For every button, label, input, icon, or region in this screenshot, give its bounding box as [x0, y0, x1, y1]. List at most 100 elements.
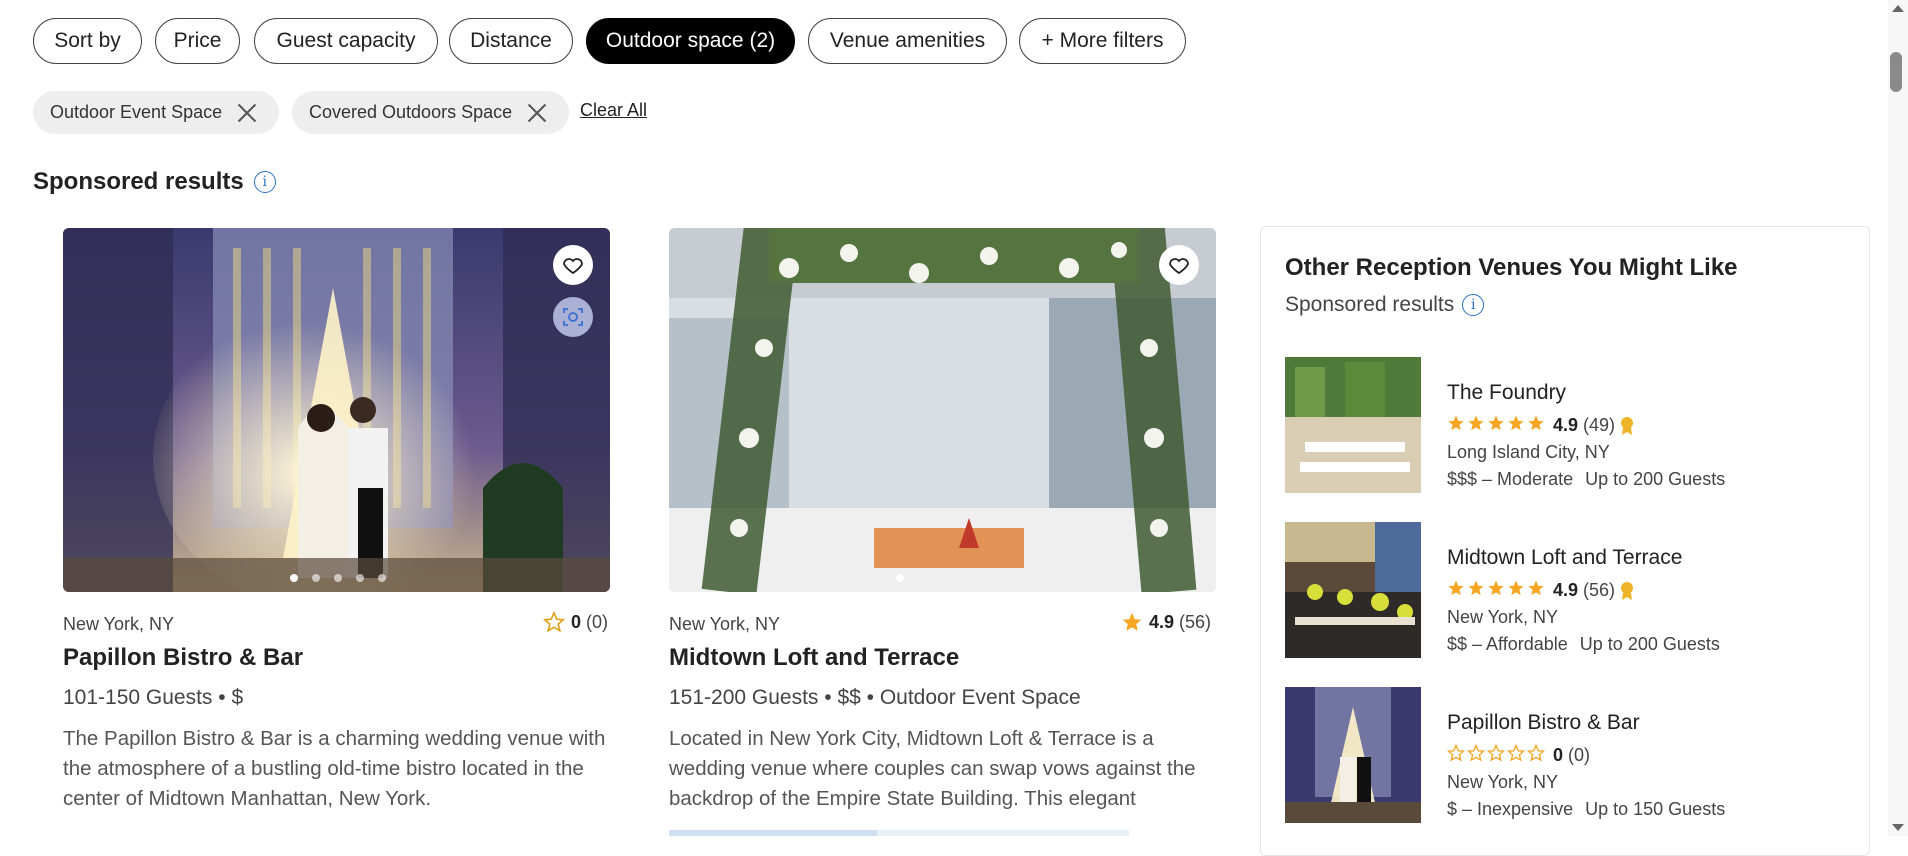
sponsored-heading-row: Sponsored results i — [33, 168, 276, 196]
carousel-dot[interactable] — [896, 574, 904, 582]
sidebar-venue-name[interactable]: The Foundry — [1447, 381, 1566, 405]
star-icon — [1508, 415, 1524, 431]
carousel-dot[interactable] — [312, 574, 320, 582]
star-icon — [1488, 415, 1504, 431]
scroll-up-icon[interactable] — [1888, 2, 1908, 16]
outdoor-space-filter-button[interactable]: Outdoor space (2) — [586, 18, 795, 64]
venue-name[interactable]: Midtown Loft and Terrace — [669, 644, 959, 672]
venue-thumbnail-image — [1285, 687, 1421, 823]
price-filter-button[interactable]: Price — [155, 18, 240, 64]
chip-covered-outdoors-space: Covered Outdoors Space — [292, 91, 569, 134]
star-icon — [1468, 415, 1484, 431]
info-icon[interactable]: i — [253, 171, 276, 193]
venue-photo-image — [63, 228, 610, 592]
sidebar-venue-rating: 4.9 (56) — [1447, 579, 1635, 602]
close-icon[interactable] — [526, 102, 548, 124]
visual-search-icon[interactable] — [553, 297, 593, 337]
guest-capacity: Up to 200 Guests — [1579, 634, 1720, 654]
award-badge-icon — [1621, 581, 1634, 600]
star-icon — [1448, 415, 1464, 431]
sidebar-venue-price: $ – Inexpensive Up to 150 Guests — [1447, 799, 1725, 820]
scrollbar[interactable] — [1888, 0, 1908, 836]
venue-photo[interactable] — [669, 228, 1216, 592]
venue-description: The Papillon Bistro & Bar is a charming … — [63, 724, 623, 836]
review-count: (56) — [1179, 611, 1212, 632]
sidebar-venue-name[interactable]: Papillon Bistro & Bar — [1447, 711, 1640, 735]
venue-photo-image — [669, 228, 1216, 592]
venue-photo[interactable] — [63, 228, 610, 592]
award-badge-icon — [1621, 416, 1634, 435]
carousel-dot[interactable] — [356, 574, 364, 582]
rating-value: 4.9 — [1149, 611, 1175, 632]
venue-location: New York, NY — [63, 614, 175, 634]
venue-amenities-filter-button[interactable]: Venue amenities — [808, 18, 1007, 64]
heart-icon[interactable] — [553, 245, 593, 285]
guest-capacity: Up to 150 Guests — [1585, 799, 1726, 819]
sidebar-venue-rating: 4.9 (49) — [1447, 414, 1635, 437]
review-count: (0) — [586, 611, 609, 632]
venue-thumbnail[interactable] — [1285, 687, 1421, 823]
venue-meta: 151-200 Guests • $$ • Outdoor Event Spac… — [669, 686, 1081, 709]
venue-thumbnail-image — [1285, 522, 1421, 658]
clear-all-link[interactable]: Clear All — [580, 100, 647, 121]
chip-label: Covered Outdoors Space — [309, 102, 513, 122]
venue-thumbnail[interactable] — [1285, 357, 1421, 493]
recommendations-subtitle-row: Sponsored results i — [1285, 293, 1485, 317]
guest-capacity-filter-button[interactable]: Guest capacity — [254, 18, 438, 64]
carousel-dot[interactable] — [334, 574, 342, 582]
scrollbar-thumb[interactable] — [1890, 52, 1902, 92]
star-icon — [1528, 580, 1544, 596]
star-icon — [1448, 580, 1464, 596]
rating-value: 4.9 — [1553, 415, 1579, 435]
venue-name[interactable]: Papillon Bistro & Bar — [63, 644, 303, 672]
carousel-dot[interactable] — [290, 574, 298, 582]
venue-rating: 0 (0) — [543, 611, 608, 633]
sidebar-venue-location: Long Island City, NY — [1447, 442, 1610, 462]
sidebar-venue-price: $$ – Affordable Up to 200 Guests — [1447, 634, 1720, 655]
venue-thumbnail[interactable] — [1285, 522, 1421, 658]
sidebar-venue-location: New York, NY — [1447, 772, 1559, 792]
star-icon — [1466, 743, 1486, 762]
review-count: (0) — [1568, 745, 1591, 765]
carousel-dots — [290, 574, 386, 582]
sidebar-venue-price: $$$ – Moderate Up to 200 Guests — [1447, 469, 1725, 490]
carousel-dots — [896, 574, 904, 582]
star-rating — [1447, 414, 1547, 437]
heart-icon[interactable] — [1159, 245, 1199, 285]
venue-thumbnail-image — [1285, 357, 1421, 493]
star-rating — [1446, 743, 1547, 767]
star-icon — [1488, 580, 1504, 596]
carousel-dot[interactable] — [378, 574, 386, 582]
star-icon — [1526, 743, 1546, 762]
review-count: (49) — [1583, 415, 1616, 435]
venue-description: Located in New York City, Midtown Loft &… — [669, 724, 1229, 836]
rating-value: 0 — [571, 611, 582, 632]
scroll-down-icon[interactable] — [1888, 820, 1908, 834]
guest-capacity: Up to 200 Guests — [1585, 469, 1726, 489]
star-icon — [1122, 612, 1142, 631]
sidebar-venue-location: New York, NY — [1447, 607, 1559, 627]
rating-value: 4.9 — [1553, 580, 1579, 600]
card-footer-bar-fill — [669, 830, 877, 836]
more-filters-button[interactable]: + More filters — [1019, 18, 1186, 64]
sponsored-heading: Sponsored results — [33, 168, 244, 195]
description-fade — [63, 812, 623, 836]
close-icon[interactable] — [236, 102, 258, 124]
star-icon — [1506, 743, 1526, 762]
star-icon — [1486, 743, 1506, 762]
chip-outdoor-event-space: Outdoor Event Space — [33, 91, 279, 134]
rating-value: 0 — [1553, 745, 1564, 765]
venue-description-text: Located in New York City, Midtown Loft &… — [669, 727, 1196, 810]
distance-filter-button[interactable]: Distance — [449, 18, 573, 64]
sidebar-venue-rating: 0 (0) — [1446, 743, 1591, 767]
info-icon[interactable]: i — [1462, 294, 1485, 316]
star-icon — [543, 611, 565, 633]
sort-by-button[interactable]: Sort by — [33, 18, 142, 64]
star-icon — [1508, 580, 1524, 596]
chip-label: Outdoor Event Space — [50, 102, 223, 122]
star-rating — [1447, 579, 1547, 602]
venue-meta: 101-150 Guests • $ — [63, 686, 244, 709]
venue-location: New York, NY — [669, 614, 781, 634]
price-level: $$ – Affordable — [1447, 634, 1568, 654]
sidebar-venue-name[interactable]: Midtown Loft and Terrace — [1447, 546, 1682, 570]
